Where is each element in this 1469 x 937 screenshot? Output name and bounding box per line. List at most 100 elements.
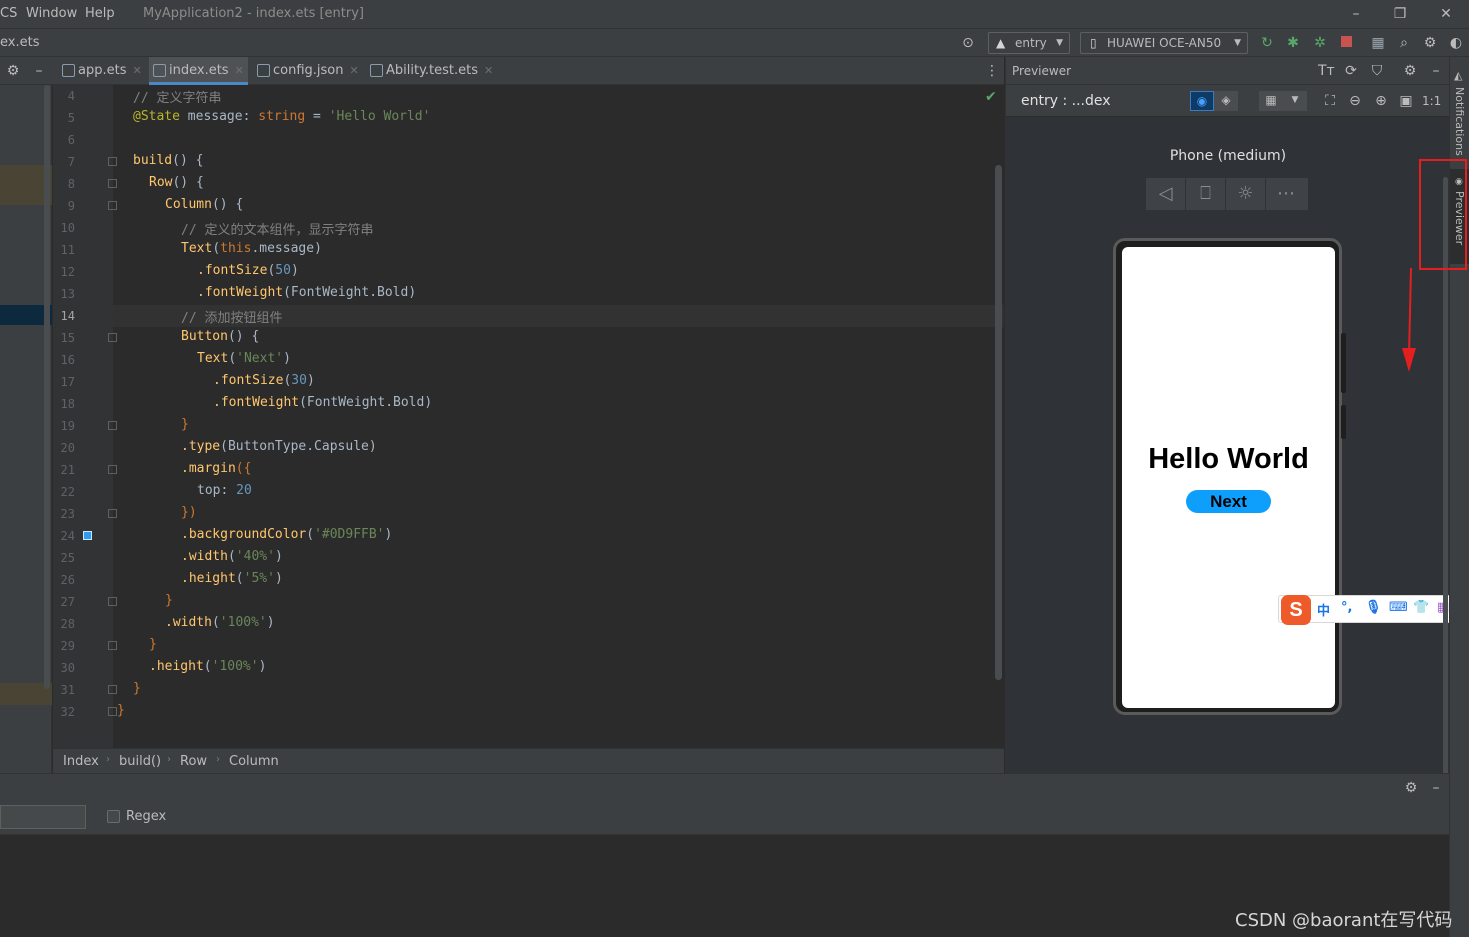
project-structure-icon[interactable]: ▦ (1370, 35, 1386, 51)
nav-file-crumb[interactable]: ex.ets (0, 35, 39, 50)
zoom-ratio[interactable]: 1:1 (1422, 94, 1441, 108)
minimize-panel-icon[interactable]: – (31, 63, 47, 79)
bell-icon[interactable]: ◭ (1454, 69, 1462, 82)
line-number: 15 (60, 331, 75, 345)
color-swatch-icon[interactable] (83, 531, 92, 540)
more-icon[interactable]: ⋯ (1266, 178, 1306, 210)
microphone-icon[interactable]: 🎙 (1365, 600, 1382, 615)
gear-icon[interactable]: ⚙ (5, 63, 21, 79)
breadcrumb-item[interactable]: Index (63, 754, 99, 769)
fold-icon[interactable] (108, 421, 117, 430)
layers-icon[interactable]: ◈ (1214, 91, 1238, 111)
code-line: .type(ButtonType.Capsule) (181, 439, 377, 454)
tab-index-ets[interactable]: index.ets ✕ (149, 57, 248, 85)
grid-icon[interactable]: ▦ (1259, 91, 1283, 111)
code-token: = (305, 109, 329, 124)
brightness-icon[interactable]: ☼ (1226, 178, 1266, 210)
inspect-mode-icon[interactable]: ◉ (1190, 91, 1214, 111)
attach-debugger-icon[interactable]: ✲ (1312, 35, 1328, 51)
menu-window[interactable]: Window (26, 6, 77, 21)
code-line: .width('40%') (181, 549, 283, 564)
skin-icon[interactable]: 👕 (1413, 600, 1429, 615)
actual-size-icon[interactable]: ▣ (1398, 93, 1414, 109)
zoom-out-icon[interactable]: ⊖ (1347, 93, 1363, 109)
tab-config-json[interactable]: config.json ✕ (253, 57, 363, 85)
close-icon[interactable]: ✕ (1436, 4, 1456, 24)
code-method: .fontSize (197, 263, 268, 278)
ime-mode-label[interactable]: 中 (1317, 600, 1330, 619)
font-size-icon[interactable]: Tт (1318, 63, 1335, 79)
breadcrumb-item[interactable]: build() (119, 754, 161, 769)
code-method: .height (149, 659, 204, 674)
tab-ability-test-ets[interactable]: Ability.test.ets ✕ (366, 57, 493, 85)
close-tab-icon[interactable]: ✕ (235, 64, 244, 77)
fold-icon[interactable] (108, 333, 117, 342)
code-line: .fontWeight(FontWeight.Bold) (197, 285, 417, 300)
close-tab-icon[interactable]: ✕ (350, 64, 359, 77)
line-number: 4 (67, 89, 75, 103)
menu-help[interactable]: Help (85, 6, 115, 21)
notifications-tab[interactable]: Notifications (1453, 87, 1466, 156)
line-number: 12 (60, 265, 75, 279)
keyboard-icon[interactable]: ⌨ (1389, 600, 1408, 615)
close-tab-icon[interactable]: ✕ (132, 64, 141, 77)
gear-icon[interactable]: ⚙ (1422, 35, 1438, 51)
bottom-search-bar: Regex (0, 801, 1449, 835)
device-controls: ◁ ⎕ ☼ ⋯ (1146, 178, 1308, 210)
preview-vertical-scrollbar[interactable] (1443, 177, 1448, 822)
zoom-in-icon[interactable]: ⊕ (1373, 93, 1389, 109)
account-icon[interactable]: ◐ (1448, 35, 1464, 51)
punctuation-icon[interactable]: °, (1341, 600, 1352, 615)
fold-icon[interactable] (108, 465, 117, 474)
line-number: 18 (60, 397, 75, 411)
code-token: () { (227, 329, 260, 344)
refresh-icon[interactable]: ⟳ (1343, 63, 1359, 79)
editor-scrollbar[interactable] (995, 165, 1002, 680)
device-combo[interactable]: ▯ HUAWEI OCE-AN50 ▼ (1080, 32, 1248, 54)
fold-icon[interactable] (108, 201, 117, 210)
breadcrumb: Index › build() › Row › Column (53, 748, 1004, 773)
inspector-icon[interactable]: ⛉ (1369, 63, 1385, 79)
maximize-icon[interactable]: ❐ (1390, 4, 1410, 24)
gear-icon[interactable]: ⚙ (1403, 780, 1419, 796)
fold-icon[interactable] (108, 597, 117, 606)
minimize-panel-icon[interactable]: – (1428, 63, 1444, 79)
more-tabs-icon[interactable]: ⋮ (984, 63, 1000, 79)
code-function: Text (181, 241, 213, 256)
chevron-down-icon[interactable]: ▼ (1283, 91, 1307, 111)
fold-icon[interactable] (108, 685, 117, 694)
rotate-icon[interactable]: ⎕ (1186, 178, 1226, 210)
line-number: 11 (60, 243, 75, 257)
breadcrumb-item[interactable]: Row (180, 754, 207, 769)
gear-icon[interactable]: ⚙ (1402, 63, 1418, 79)
breadcrumb-item[interactable]: Column (229, 754, 279, 769)
search-icon[interactable]: ⌕ (1396, 35, 1412, 51)
fold-icon[interactable] (108, 179, 117, 188)
regex-checkbox[interactable] (107, 810, 120, 823)
fold-icon[interactable] (108, 509, 117, 518)
tab-app-ets[interactable]: app.ets ✕ (58, 57, 144, 85)
next-button[interactable]: Next (1186, 490, 1271, 513)
search-input[interactable] (0, 805, 86, 829)
close-tab-icon[interactable]: ✕ (484, 64, 493, 77)
fold-icon[interactable] (108, 707, 117, 716)
fit-screen-icon[interactable]: ⛶ (1322, 93, 1338, 109)
back-icon[interactable]: ◁ (1146, 178, 1186, 210)
stop-icon[interactable] (1338, 35, 1354, 51)
check-icon[interactable]: ✔ (985, 89, 997, 105)
rerun-icon[interactable]: ↻ (1259, 35, 1275, 51)
module-combo[interactable]: ▲ entry ▼ (988, 32, 1070, 54)
code-line: // 添加按钮组件 (181, 307, 282, 326)
debug-icon[interactable]: ✱ (1285, 35, 1301, 51)
menu-vcs[interactable]: CS (0, 6, 17, 21)
sogou-logo-icon[interactable]: S (1281, 595, 1311, 625)
fold-icon[interactable] (108, 641, 117, 650)
code-editor[interactable]: 4 5 6 7 8 9 10 11 12 13 14 15 16 17 18 1… (53, 85, 1004, 748)
minimize-icon[interactable]: – (1346, 4, 1366, 24)
fold-icon[interactable] (108, 157, 117, 166)
project-scrollbar[interactable] (44, 85, 50, 689)
preview-target[interactable]: entry : ...dex (1021, 93, 1111, 109)
target-icon[interactable]: ⊙ (960, 35, 976, 51)
minimize-panel-icon[interactable]: – (1428, 780, 1444, 796)
line-number: 31 (60, 683, 75, 697)
